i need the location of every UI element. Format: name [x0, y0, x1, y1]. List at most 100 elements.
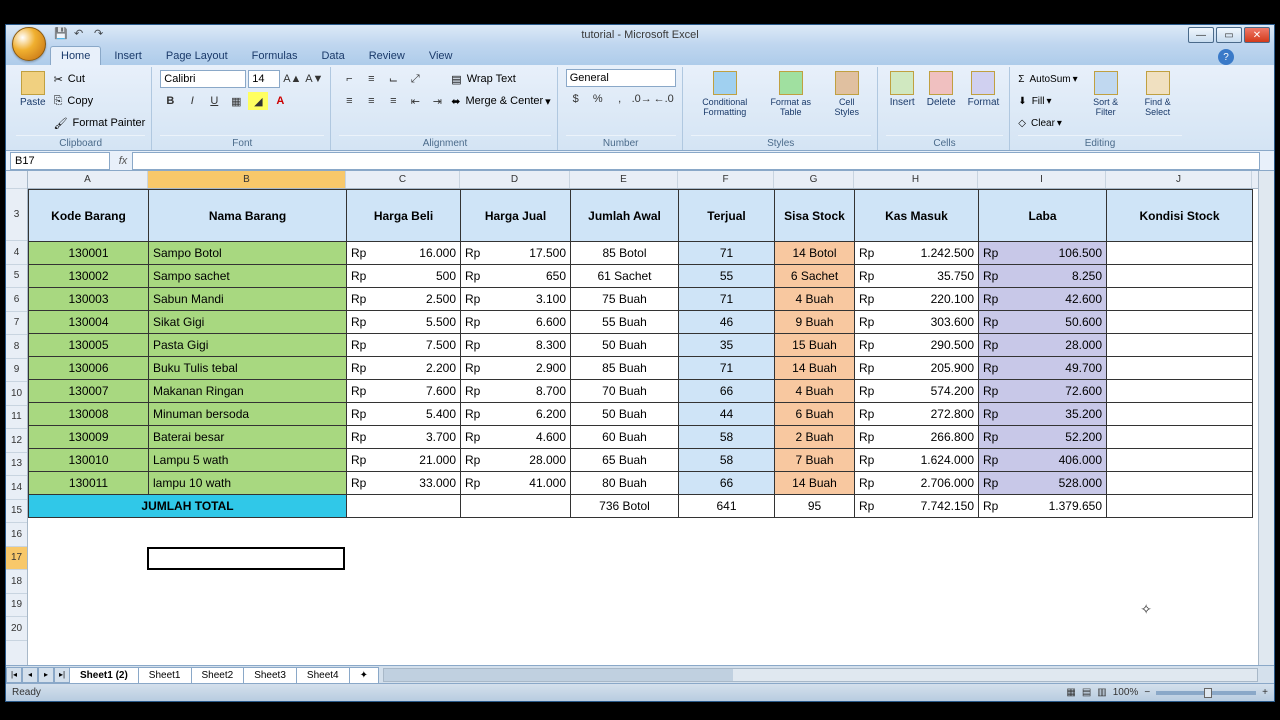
- tab-page-layout[interactable]: Page Layout: [155, 46, 239, 65]
- formula-input[interactable]: [132, 152, 1260, 170]
- tab-view[interactable]: View: [418, 46, 464, 65]
- autosum-button[interactable]: Σ AutoSum ▾: [1018, 69, 1077, 89]
- table-header[interactable]: Terjual: [679, 190, 775, 242]
- table-row[interactable]: 130008Minuman bersodaRp5.400Rp6.20050 Bu…: [29, 403, 1253, 426]
- zoom-slider[interactable]: [1156, 691, 1256, 695]
- row-header-12[interactable]: 12: [6, 429, 27, 453]
- sheet-tab[interactable]: Sheet1: [138, 667, 192, 683]
- col-header-B[interactable]: B: [148, 171, 346, 188]
- tab-home[interactable]: Home: [50, 46, 101, 65]
- font-color-button[interactable]: A: [270, 92, 290, 110]
- zoom-out-button[interactable]: −: [1144, 687, 1150, 698]
- row-header-18[interactable]: 18: [6, 570, 27, 594]
- save-icon[interactable]: 💾: [54, 27, 70, 43]
- horizontal-scrollbar[interactable]: [383, 668, 1258, 682]
- office-button[interactable]: [12, 27, 46, 61]
- total-row[interactable]: JUMLAH TOTAL736 Botol64195Rp7.742.150Rp1…: [29, 495, 1253, 518]
- indent-inc-button[interactable]: ⇥: [427, 92, 447, 110]
- table-row[interactable]: 130011lampu 10 wathRp33.000Rp41.00080 Bu…: [29, 472, 1253, 495]
- row-header-6[interactable]: 6: [6, 288, 27, 312]
- view-break-icon[interactable]: ▥: [1097, 687, 1106, 698]
- italic-button[interactable]: I: [182, 92, 202, 110]
- col-header-G[interactable]: G: [774, 171, 854, 188]
- select-all-corner[interactable]: [6, 171, 27, 189]
- row-header-8[interactable]: 8: [6, 335, 27, 359]
- fill-button[interactable]: ⬇ Fill ▾: [1018, 91, 1077, 111]
- sheet-nav-next[interactable]: ▸: [38, 667, 54, 683]
- sheet-tab[interactable]: Sheet3: [243, 667, 297, 683]
- align-top-button[interactable]: ⌐: [339, 70, 359, 88]
- currency-button[interactable]: $: [566, 90, 586, 108]
- table-row[interactable]: 130006Buku Tulis tebalRp2.200Rp2.90085 B…: [29, 357, 1253, 380]
- table-row[interactable]: 130003Sabun MandiRp2.500Rp3.10075 Buah71…: [29, 288, 1253, 311]
- sheet-tab[interactable]: Sheet1 (2): [69, 667, 139, 683]
- table-header[interactable]: Laba: [979, 190, 1107, 242]
- col-header-H[interactable]: H: [854, 171, 978, 188]
- fill-color-button[interactable]: ◢: [248, 92, 268, 110]
- table-header[interactable]: Harga Jual: [461, 190, 571, 242]
- zoom-level[interactable]: 100%: [1113, 687, 1139, 698]
- sheet-nav-prev[interactable]: ◂: [22, 667, 38, 683]
- col-header-A[interactable]: A: [28, 171, 148, 188]
- view-normal-icon[interactable]: ▦: [1066, 687, 1075, 698]
- table-header[interactable]: Harga Beli: [347, 190, 461, 242]
- table-header[interactable]: Nama Barang: [149, 190, 347, 242]
- sheet-nav-last[interactable]: ▸|: [54, 667, 70, 683]
- table-row[interactable]: 130007Makanan RinganRp7.600Rp8.70070 Bua…: [29, 380, 1253, 403]
- orientation-button[interactable]: ⤢: [405, 70, 425, 88]
- shrink-font-button[interactable]: A▼: [304, 70, 324, 88]
- table-row[interactable]: 130001Sampo BotolRp16.000Rp17.50085 Boto…: [29, 242, 1253, 265]
- cut-button[interactable]: ✂ Cut: [54, 69, 146, 89]
- insert-cells-button[interactable]: Insert: [886, 69, 919, 110]
- underline-button[interactable]: U: [204, 92, 224, 110]
- fx-icon[interactable]: fx: [114, 155, 132, 167]
- format-painter-button[interactable]: 🖌 Format Painter: [54, 113, 146, 133]
- align-right-button[interactable]: ≡: [383, 92, 403, 110]
- tab-review[interactable]: Review: [358, 46, 416, 65]
- sheet-tab[interactable]: Sheet4: [296, 667, 350, 683]
- indent-dec-button[interactable]: ⇤: [405, 92, 425, 110]
- inc-decimal-button[interactable]: .0→: [632, 90, 652, 108]
- align-left-button[interactable]: ≡: [339, 92, 359, 110]
- table-header[interactable]: Kode Barang: [29, 190, 149, 242]
- table-row[interactable]: 130004Sikat GigiRp5.500Rp6.60055 Buah469…: [29, 311, 1253, 334]
- format-as-table-button[interactable]: Format as Table: [763, 69, 819, 119]
- maximize-button[interactable]: ▭: [1216, 27, 1242, 43]
- col-header-F[interactable]: F: [678, 171, 774, 188]
- undo-icon[interactable]: ↶: [74, 27, 90, 43]
- col-header-I[interactable]: I: [978, 171, 1106, 188]
- row-header-19[interactable]: 19: [6, 594, 27, 618]
- tab-data[interactable]: Data: [310, 46, 355, 65]
- row-header-20[interactable]: 20: [6, 617, 27, 641]
- table-header[interactable]: Kondisi Stock: [1107, 190, 1253, 242]
- tab-insert[interactable]: Insert: [103, 46, 153, 65]
- comma-button[interactable]: ,: [610, 90, 630, 108]
- row-header-10[interactable]: 10: [6, 382, 27, 406]
- percent-button[interactable]: %: [588, 90, 608, 108]
- format-cells-button[interactable]: Format: [964, 69, 1004, 110]
- font-size-select[interactable]: [248, 70, 280, 88]
- cell-styles-button[interactable]: Cell Styles: [823, 69, 871, 119]
- sheet-tab[interactable]: Sheet2: [191, 667, 245, 683]
- merge-center-button[interactable]: ⬌ Merge & Center ▾: [451, 91, 550, 111]
- table-header[interactable]: Kas Masuk: [855, 190, 979, 242]
- sort-filter-button[interactable]: Sort & Filter: [1082, 69, 1130, 119]
- redo-icon[interactable]: ↷: [94, 27, 110, 43]
- close-button[interactable]: ✕: [1244, 27, 1270, 43]
- row-header-13[interactable]: 13: [6, 453, 27, 477]
- table-row[interactable]: 130005Pasta GigiRp7.500Rp8.30050 Buah351…: [29, 334, 1253, 357]
- help-icon[interactable]: ?: [1218, 49, 1234, 65]
- border-button[interactable]: ▦: [226, 92, 246, 110]
- table-row[interactable]: 130009Baterai besarRp3.700Rp4.60060 Buah…: [29, 426, 1253, 449]
- font-name-select[interactable]: [160, 70, 246, 88]
- col-header-C[interactable]: C: [346, 171, 460, 188]
- wrap-text-button[interactable]: ▤ Wrap Text: [451, 69, 550, 89]
- number-format-select[interactable]: [566, 69, 676, 87]
- row-header-16[interactable]: 16: [6, 523, 27, 547]
- dec-decimal-button[interactable]: ←.0: [654, 90, 674, 108]
- copy-button[interactable]: ⎘ Copy: [54, 91, 146, 111]
- align-bottom-button[interactable]: ⌙: [383, 70, 403, 88]
- zoom-in-button[interactable]: +: [1262, 687, 1268, 698]
- tab-formulas[interactable]: Formulas: [241, 46, 309, 65]
- new-sheet-button[interactable]: ✦: [349, 667, 379, 683]
